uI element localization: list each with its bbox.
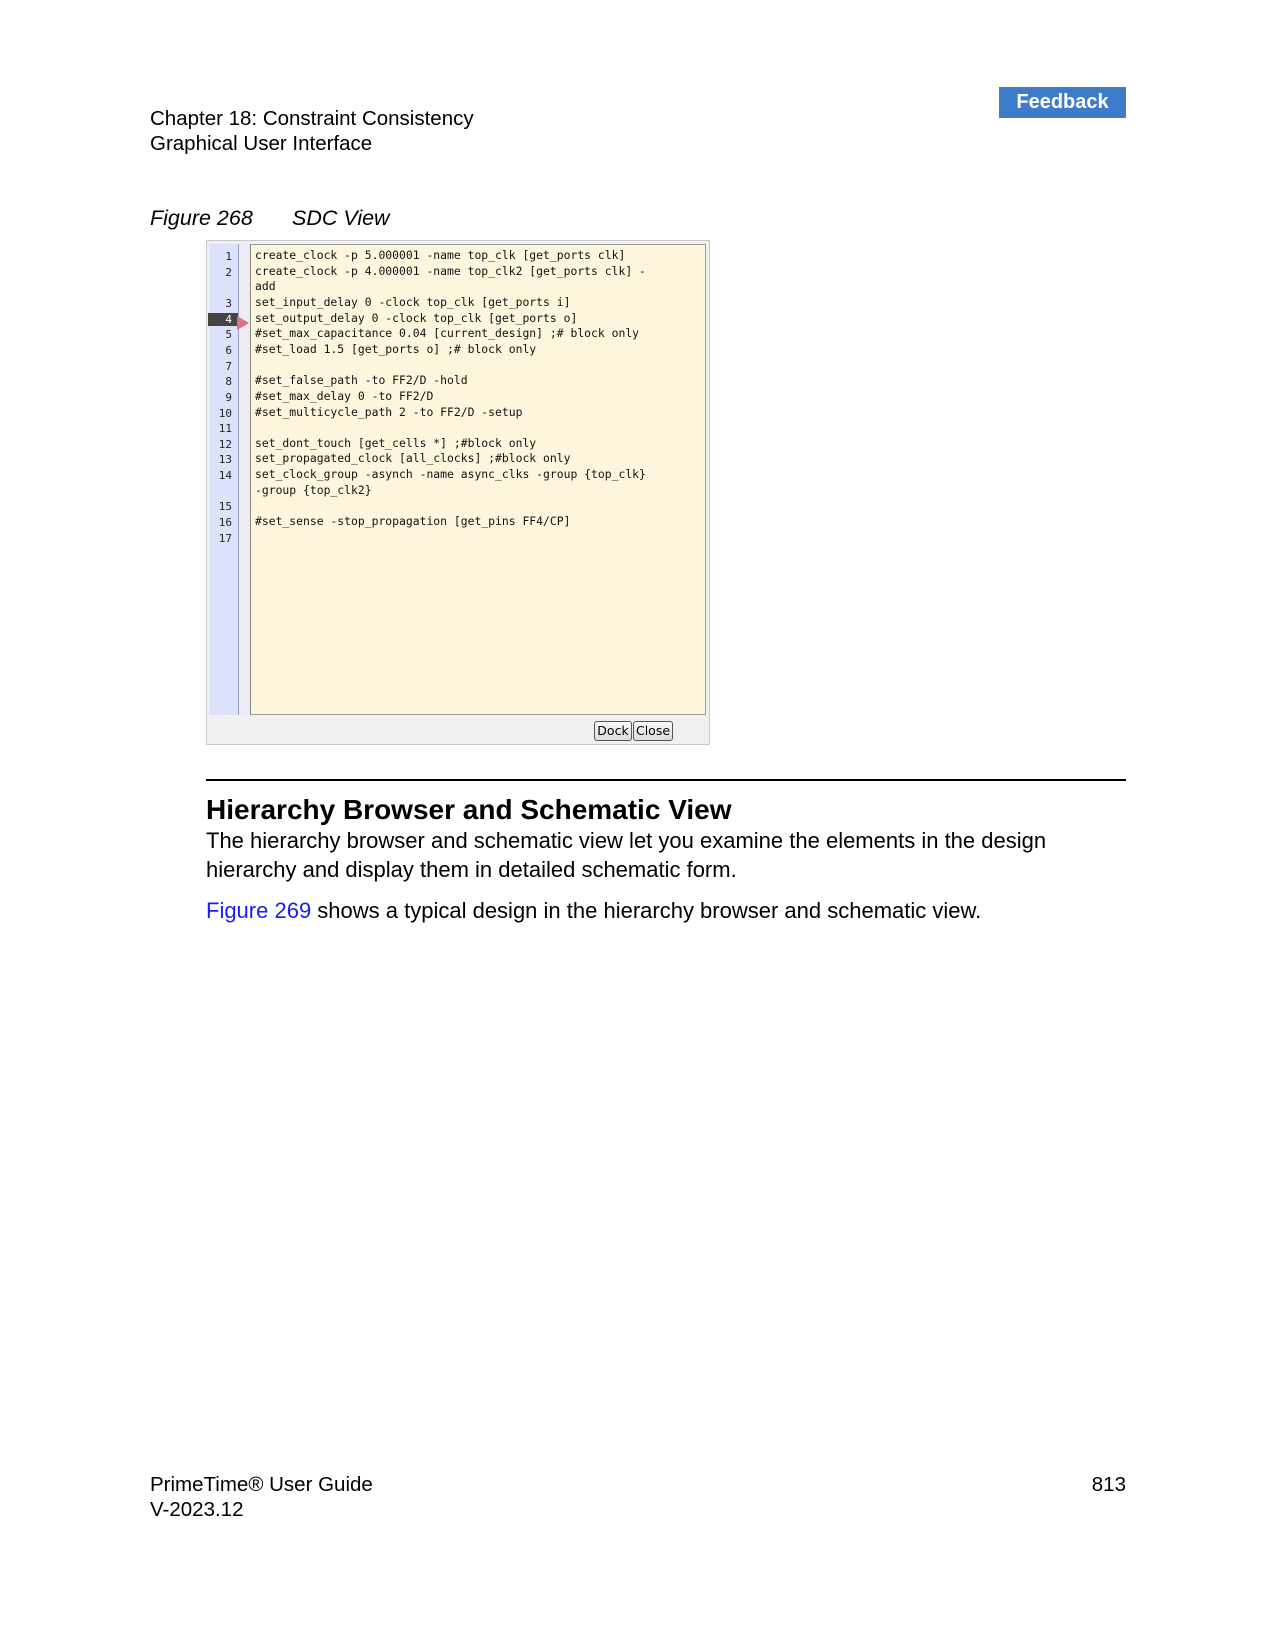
page-number: 813 <box>1091 1473 1126 1496</box>
code-line: set_output_delay 0 -clock top_clk [get_p… <box>255 310 578 325</box>
line-number: 6 <box>225 343 232 357</box>
current-line-arrow-icon <box>237 316 249 331</box>
code-line: set_input_delay 0 -clock top_clk [get_po… <box>255 294 571 309</box>
code-line: set_clock_group -asynch -name async_clks… <box>255 467 646 482</box>
paragraph-2-text: shows a typical design in the hierarchy … <box>311 898 982 923</box>
code-line: #set_load 1.5 [get_ports o] ;# block onl… <box>255 341 537 356</box>
close-button[interactable]: Close <box>633 721 673 741</box>
chapter-title: Chapter 18: Constraint Consistency <box>150 107 474 130</box>
line-number: 4 <box>208 312 238 326</box>
marker-margin <box>237 244 251 715</box>
figure-number: Figure 268 <box>150 206 253 230</box>
running-header: Chapter 18: Constraint Consistency Graph… <box>150 106 474 156</box>
line-number: 1 <box>225 250 232 263</box>
section-heading: Hierarchy Browser and Schematic View <box>206 794 732 825</box>
product-name: PrimeTime® User Guide <box>150 1473 373 1496</box>
line-number: 11 <box>218 422 232 436</box>
code-line: -group {top_clk2} <box>255 482 372 497</box>
section-title: Graphical User Interface <box>150 132 373 155</box>
code-line: create_clock -p 5.000001 -name top_clk [… <box>255 248 626 262</box>
code-line: set_propagated_clock [all_clocks] ;#bloc… <box>255 451 571 466</box>
figure-title: SDC View <box>292 206 390 230</box>
section-divider <box>206 779 1126 781</box>
line-number: 7 <box>225 359 232 373</box>
line-number: 8 <box>225 375 232 389</box>
code-line: #set_max_delay 0 -to FF2/D <box>255 388 434 403</box>
sdc-editor[interactable]: create_clock -p 5.000001 -name top_clk [… <box>251 244 706 715</box>
footer: PrimeTime® User Guide V-2023.12 <box>150 1472 373 1522</box>
code-line: #set_multicycle_path 2 -to FF2/D -setup <box>255 404 523 419</box>
line-number: 15 <box>218 500 232 514</box>
code-line: add <box>255 279 276 294</box>
code-line: #set_false_path -to FF2/D -hold <box>255 373 468 388</box>
section-paragraph: The hierarchy browser and schematic view… <box>206 828 1047 882</box>
line-number: 12 <box>218 437 232 451</box>
figure-caption: Figure 268 SDC View <box>150 206 390 231</box>
code-line: #set_max_capacitance 0.04 [current_desig… <box>255 326 640 341</box>
line-number: 5 <box>225 328 232 342</box>
code-line: create_clock -p 4.000001 -name top_clk2 … <box>255 263 646 278</box>
section-paragraph-2: Figure 269 shows a typical design in the… <box>206 896 1126 925</box>
line-number: 16 <box>218 516 232 530</box>
line-number: 9 <box>225 390 232 404</box>
version: V-2023.12 <box>150 1498 244 1521</box>
line-number: 14 <box>218 469 232 483</box>
line-number-gutter: 1 2 3 4 5 6 7 8 9 10 11 12 13 14 15 16 17 <box>208 244 239 715</box>
code-line: #set_sense -stop_propagation [get_pins F… <box>255 514 571 529</box>
feedback-button[interactable]: Feedback <box>999 87 1126 118</box>
line-number: 13 <box>218 453 232 467</box>
sdc-view-window: 1 2 3 4 5 6 7 8 9 10 11 12 13 14 15 16 17 create_clock -… <box>206 240 710 745</box>
code-line: set_dont_touch [get_cells *] ;#block onl… <box>255 435 537 450</box>
line-number: 10 <box>218 406 232 420</box>
line-number: 2 <box>225 265 232 279</box>
line-number: 3 <box>225 296 232 310</box>
dock-button[interactable]: Dock <box>594 721 632 741</box>
line-number: 17 <box>218 531 232 545</box>
figure-269-link[interactable]: Figure 269 <box>206 898 311 923</box>
